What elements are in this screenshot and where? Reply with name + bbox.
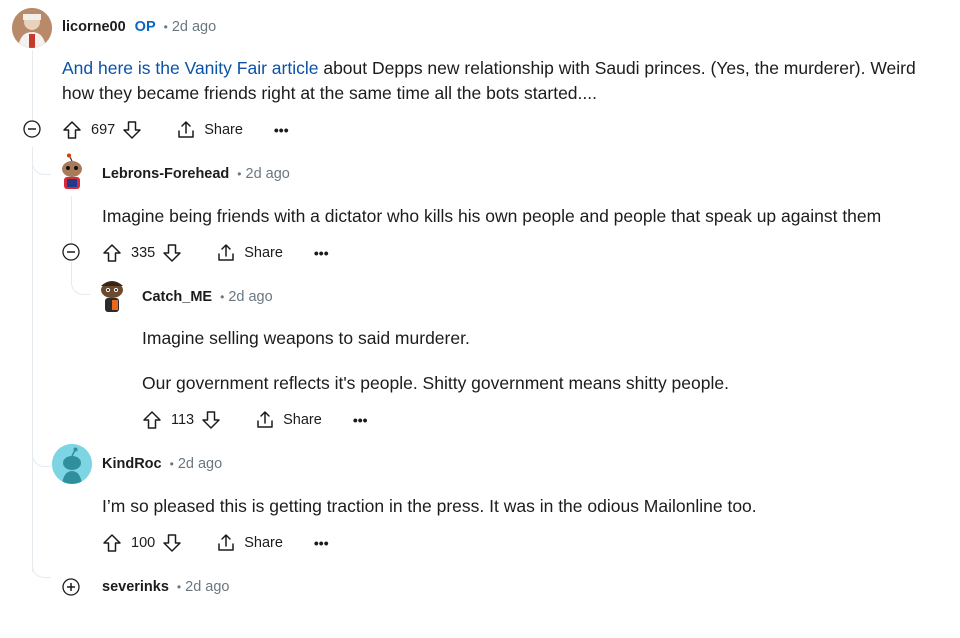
separator-dot: •	[237, 167, 242, 181]
share-label: Share	[244, 535, 283, 551]
comment-time[interactable]: 2d ago	[228, 289, 272, 305]
more-icon[interactable]: •••	[314, 246, 329, 260]
comment-time[interactable]: 2d ago	[178, 456, 222, 472]
comment-body: And here is the Vanity Fair article abou…	[62, 56, 916, 106]
vote-count: 335	[131, 245, 156, 261]
author-name[interactable]: severinks	[102, 579, 169, 595]
share-button[interactable]: Share	[176, 120, 243, 140]
comment-time[interactable]: 2d ago	[185, 579, 229, 595]
share-button[interactable]: Share	[255, 410, 322, 430]
body-text: about Depps new relationship with Saudi …	[318, 58, 916, 78]
upvote-icon[interactable]	[102, 533, 122, 553]
vote-group: 335	[102, 243, 182, 263]
share-button[interactable]: Share	[216, 243, 283, 263]
thread-elbow	[71, 280, 90, 295]
thread-elbow	[32, 563, 51, 578]
downvote-icon[interactable]	[162, 243, 182, 263]
downvote-icon[interactable]	[122, 120, 142, 140]
vote-group: 697	[62, 120, 142, 140]
upvote-icon[interactable]	[62, 120, 82, 140]
thread-line-root-lower[interactable]	[32, 147, 33, 572]
separator-dot: •	[163, 20, 168, 34]
collapse-icon[interactable]	[62, 243, 80, 261]
comment-body: I’m so pleased this is getting traction …	[102, 496, 757, 516]
share-icon	[257, 411, 273, 428]
comment-actions: 100 Share •••	[102, 531, 329, 555]
expand-icon[interactable]	[62, 578, 80, 596]
thread-line-l2[interactable]	[71, 196, 72, 246]
share-label: Share	[204, 122, 243, 138]
comment-actions: 113 Share •••	[142, 408, 368, 432]
share-button[interactable]: Share	[216, 533, 283, 553]
article-link[interactable]: And here is the Vanity Fair article	[62, 58, 318, 78]
author-name[interactable]: Catch_ME	[142, 289, 212, 305]
comment-meta: Lebrons-Forehead • 2d ago	[102, 166, 290, 182]
comment-body: Our government reflects it's people. Shi…	[142, 373, 729, 393]
share-label: Share	[283, 412, 322, 428]
share-icon	[218, 244, 234, 261]
default-snoo-avatar-icon	[52, 444, 92, 484]
more-icon[interactable]: •••	[353, 413, 368, 427]
comment-time[interactable]: 2d ago	[246, 166, 290, 182]
op-badge: OP	[134, 19, 156, 35]
thread-line-l2-lower[interactable]	[71, 262, 72, 282]
vote-count: 100	[131, 535, 156, 551]
share-icon	[178, 121, 194, 138]
more-icon[interactable]: •••	[314, 536, 329, 550]
comment-actions: 697 Share •••	[62, 118, 289, 142]
comment-meta: licorne00 OP • 2d ago	[62, 19, 216, 35]
separator-dot: •	[220, 290, 225, 304]
thread-elbow	[32, 160, 51, 175]
comment-actions: 335 Share •••	[102, 241, 329, 265]
separator-dot: •	[176, 580, 182, 594]
author-name[interactable]: KindRoc	[102, 456, 162, 472]
comment-meta: severinks • 2d ago	[102, 579, 229, 595]
downvote-icon[interactable]	[201, 410, 221, 430]
vote-group: 100	[102, 533, 182, 553]
comment-meta: KindRoc • 2d ago	[102, 456, 222, 472]
vote-group: 113	[142, 410, 221, 430]
upvote-icon[interactable]	[102, 243, 122, 263]
avatar[interactable]	[12, 8, 52, 48]
vote-count: 113	[171, 412, 195, 428]
separator-dot: •	[169, 457, 174, 471]
vote-count: 697	[91, 122, 116, 138]
user-photo-icon	[12, 8, 52, 48]
comment-body: Imagine selling weapons to said murderer…	[142, 328, 470, 348]
upvote-icon[interactable]	[142, 410, 162, 430]
author-name[interactable]: licorne00	[62, 19, 126, 35]
comment-time[interactable]: 2d ago	[172, 19, 216, 35]
avatar[interactable]	[92, 276, 132, 316]
avatar[interactable]	[52, 153, 92, 193]
collapse-icon[interactable]	[23, 120, 41, 138]
more-icon[interactable]: •••	[274, 123, 289, 137]
thread-elbow	[32, 452, 51, 467]
snoo-avatar-icon	[101, 281, 123, 312]
body-text: how they became friends right at the sam…	[62, 83, 597, 103]
comment-meta: Catch_ME • 2d ago	[142, 289, 273, 305]
comment-body: Imagine being friends with a dictator wh…	[102, 206, 882, 226]
avatar[interactable]	[52, 444, 92, 484]
snoo-avatar-icon	[62, 153, 82, 189]
downvote-icon[interactable]	[162, 533, 182, 553]
author-name[interactable]: Lebrons-Forehead	[102, 166, 229, 182]
share-icon	[218, 534, 234, 551]
share-label: Share	[244, 245, 283, 261]
